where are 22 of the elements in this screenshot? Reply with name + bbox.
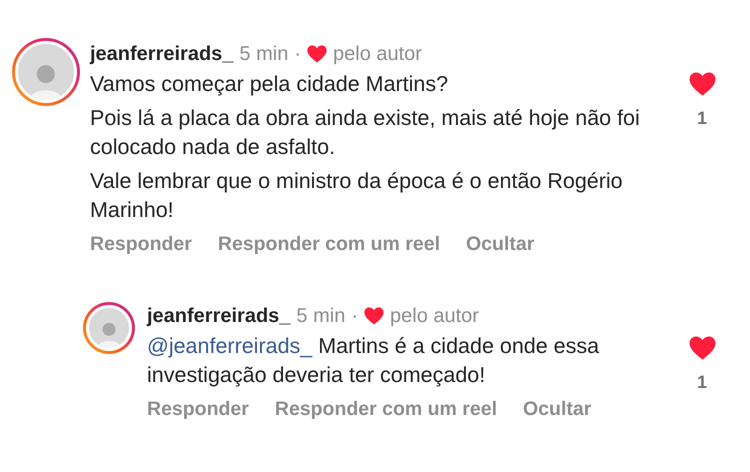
comment-text: Vale lembrar que o ministro da época é o então Rogério Marinho! — [90, 168, 624, 224]
reply-action[interactable]: Ocultar — [466, 233, 534, 256]
comment-text: @jeanferreirads_ Martins é a cidade onde essa investigação deveria ter começado! — [147, 333, 600, 389]
comment-text: Pois lá a placa da obra ainda existe, mais até hoje não foi colocado nada de asfalto. — [90, 105, 641, 161]
reply-action[interactable]: Responder — [147, 398, 249, 421]
comment-time: 5 min — [239, 42, 288, 66]
mention-link[interactable]: @jeanferreirads_ — [147, 334, 312, 358]
like-count: 1 — [696, 372, 707, 394]
reply-action[interactable]: Responder — [90, 233, 192, 256]
reply-action[interactable]: Responder com um reel — [274, 398, 498, 421]
username[interactable]: jeanferreirads_ — [147, 304, 290, 328]
liked-by-author-label: pelo autor — [390, 304, 479, 328]
username[interactable]: jeanferreirads_ — [90, 42, 234, 66]
comment-time: 5 min — [296, 304, 346, 328]
avatar[interactable] — [83, 302, 135, 354]
separator: · — [351, 304, 358, 328]
liked-by-author-label: pelo autor — [333, 42, 422, 66]
reply-action[interactable]: Responder com um reel — [218, 233, 440, 256]
reply-action[interactable]: Ocultar — [523, 398, 592, 421]
comment-text: Vamos começar pela cidade Martins? — [90, 71, 450, 98]
separator: · — [294, 42, 301, 66]
like-count: 1 — [696, 108, 707, 130]
